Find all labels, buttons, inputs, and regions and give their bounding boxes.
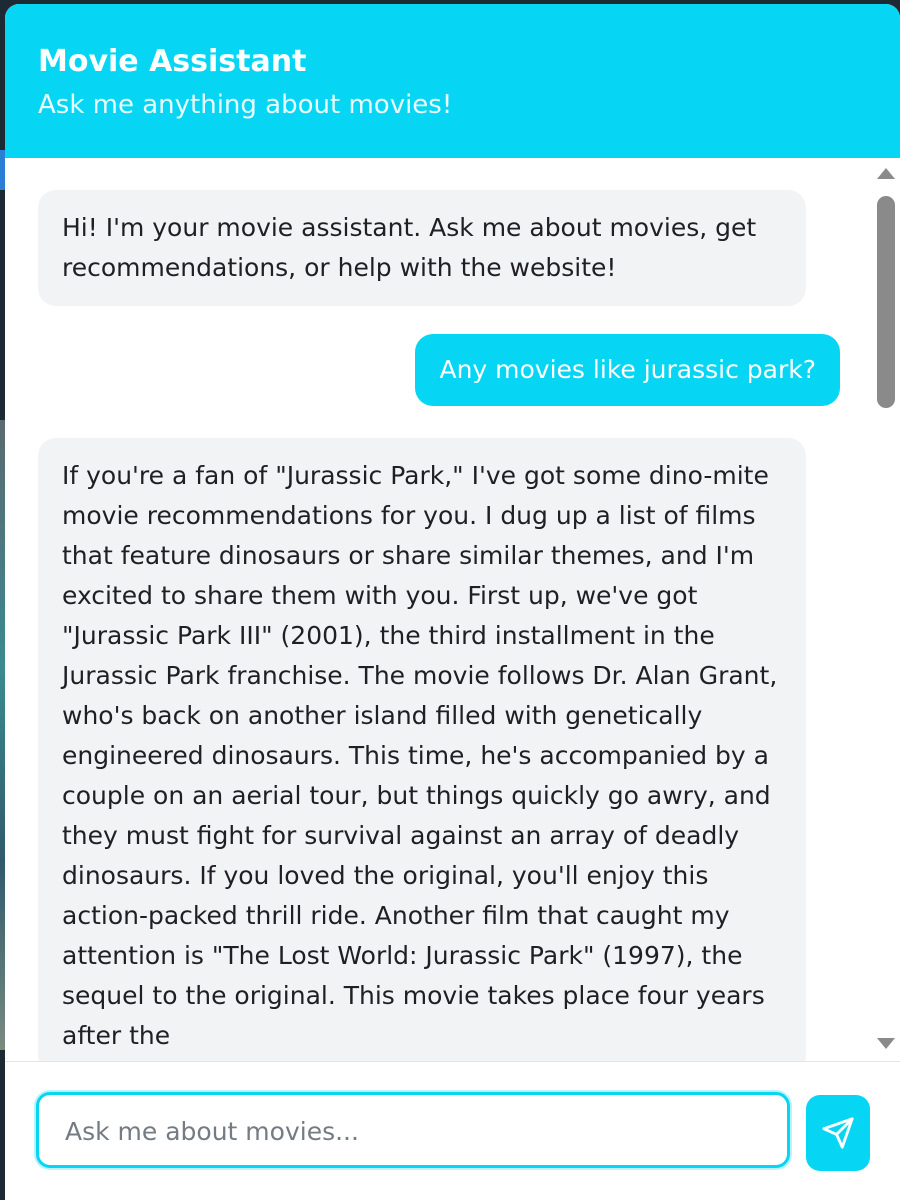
scrollbar-thumb[interactable] — [877, 196, 895, 408]
chat-subtitle: Ask me anything about movies! — [38, 90, 453, 120]
chat-title: Movie Assistant — [38, 44, 307, 79]
send-icon — [822, 1117, 854, 1149]
message-scrollbar[interactable] — [871, 158, 900, 1061]
chat-composer — [5, 1061, 900, 1200]
message-input[interactable] — [63, 1095, 767, 1167]
message-list[interactable]: Hi! I'm your movie assistant. Ask me abo… — [5, 158, 871, 1061]
scroll-down-arrow-icon[interactable] — [877, 1038, 895, 1049]
assistant-message: Hi! I'm your movie assistant. Ask me abo… — [38, 190, 806, 306]
assistant-message: If you're a fan of "Jurassic Park," I've… — [38, 438, 806, 1061]
chat-widget: Movie Assistant Ask me anything about mo… — [5, 4, 900, 1200]
chat-header: Movie Assistant Ask me anything about mo… — [5, 4, 900, 158]
scroll-up-arrow-icon[interactable] — [877, 168, 895, 179]
send-button[interactable] — [806, 1095, 870, 1171]
user-message: Any movies like jurassic park? — [415, 334, 840, 406]
message-input-wrapper[interactable] — [36, 1092, 790, 1168]
